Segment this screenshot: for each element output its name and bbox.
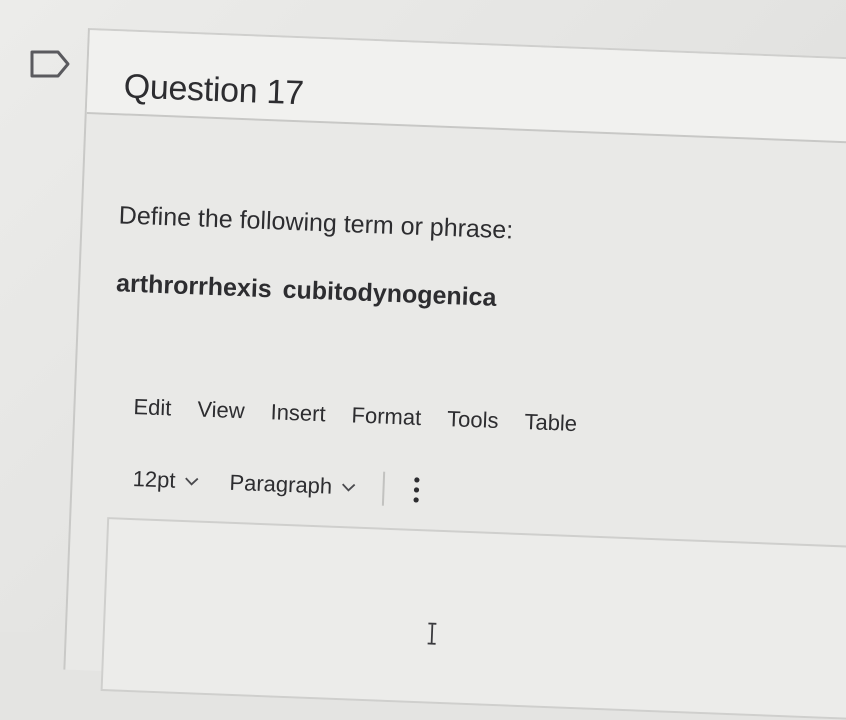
- answer-editor[interactable]: [100, 517, 846, 720]
- menu-edit[interactable]: Edit: [133, 394, 172, 421]
- question-title: Question 17: [123, 67, 305, 113]
- more-vertical-icon[interactable]: [412, 476, 421, 504]
- chevron-down-icon: [341, 483, 355, 492]
- chevron-down-icon: [184, 477, 199, 486]
- menu-tools[interactable]: Tools: [447, 406, 499, 434]
- menu-format[interactable]: Format: [351, 402, 422, 431]
- text-cursor-icon: [427, 622, 437, 645]
- menu-view[interactable]: View: [197, 396, 245, 424]
- font-size-value: 12pt: [132, 466, 177, 493]
- flag-icon[interactable]: [28, 48, 72, 82]
- question-prompt: Define the following term or phrase:: [118, 201, 514, 245]
- menu-insert[interactable]: Insert: [270, 399, 326, 427]
- question-card: Question 17 Define the following term or…: [63, 28, 846, 720]
- editor-toolbar: 12pt Paragraph: [132, 462, 421, 507]
- font-size-dropdown[interactable]: 12pt: [132, 466, 200, 495]
- block-format-dropdown[interactable]: Paragraph: [229, 470, 357, 501]
- menu-table[interactable]: Table: [524, 409, 578, 437]
- question-term: arthrorrhexis cubitodynogenica: [115, 269, 497, 312]
- editor-menubar: Edit View Insert Format Tools Table: [133, 394, 578, 437]
- toolbar-divider: [381, 471, 385, 506]
- block-format-value: Paragraph: [229, 469, 333, 499]
